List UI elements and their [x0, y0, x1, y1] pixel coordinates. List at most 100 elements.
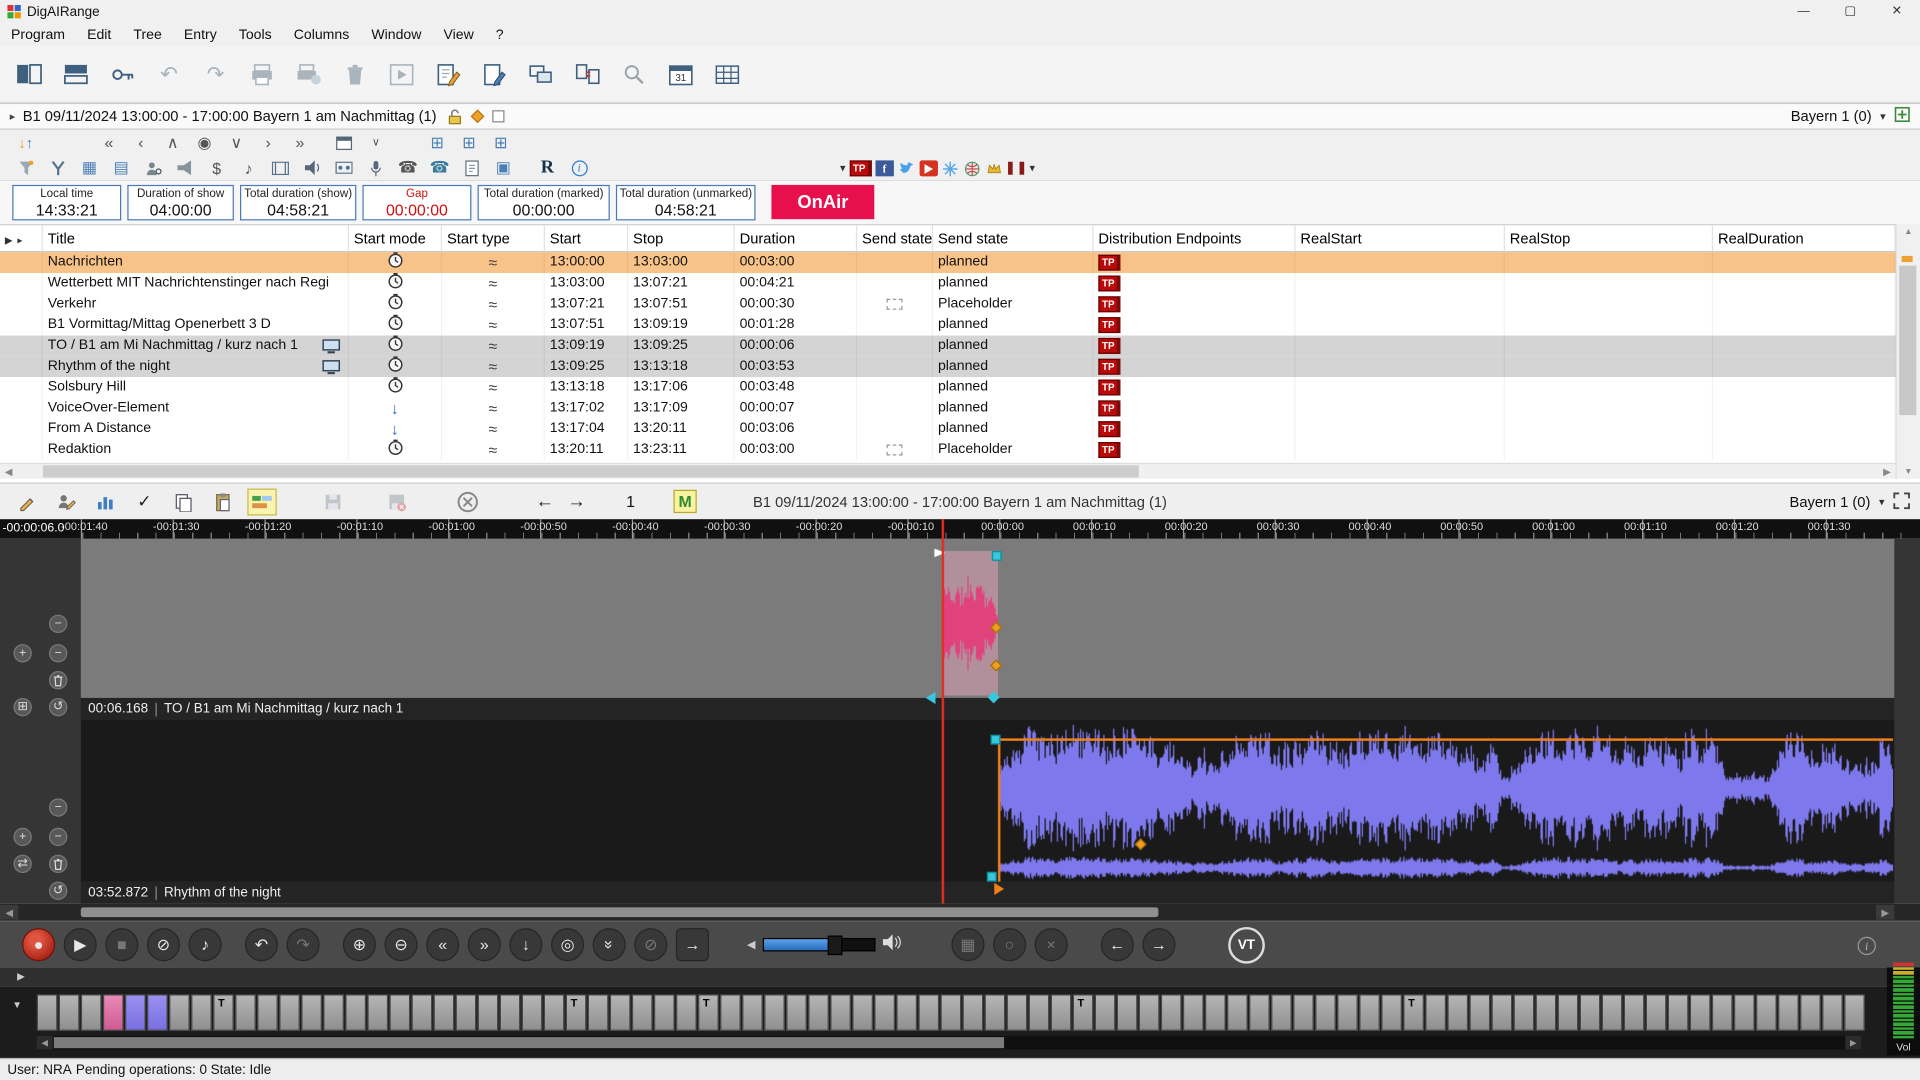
tape-button[interactable] — [328, 157, 360, 179]
overview-block[interactable] — [1315, 994, 1336, 1031]
gain-line[interactable] — [999, 738, 1893, 740]
nav-prev-button[interactable]: ‹ — [125, 132, 157, 154]
locate-playhead-button[interactable]: ↓ — [509, 928, 542, 961]
menu-entry[interactable]: Entry — [173, 25, 228, 45]
dub-button[interactable]: ○ — [993, 928, 1026, 961]
autoscroll-off-button[interactable]: ⊘ — [634, 928, 667, 961]
announce-button[interactable] — [169, 157, 201, 179]
column-header-title[interactable]: Title — [43, 225, 349, 251]
overview-block[interactable] — [786, 994, 807, 1031]
table-view-button[interactable]: ▦ — [73, 157, 105, 179]
insert-after-button[interactable]: ⊞ — [485, 132, 517, 154]
person-search-button[interactable] — [137, 157, 169, 179]
overview-block[interactable] — [81, 994, 102, 1031]
prev-take-button[interactable]: ← — [534, 488, 556, 515]
volume-handle[interactable] — [828, 936, 843, 956]
playlist-row[interactable]: B1 Vormittag/Mittag Openerbett 3 D≈13:07… — [0, 315, 1896, 336]
track-scroll-button[interactable]: ⇄ — [13, 855, 31, 873]
overview-block[interactable] — [962, 994, 983, 1031]
playlist-vscrollbar[interactable]: ▲ ▼ — [1896, 224, 1920, 479]
playlist-row[interactable]: Rhythm of the night≈13:09:2513:13:1800:0… — [0, 356, 1896, 377]
overview-block[interactable] — [1139, 994, 1160, 1031]
undo-button[interactable]: ↶ — [245, 928, 278, 961]
overview-block[interactable] — [279, 994, 300, 1031]
overview-block[interactable] — [1844, 994, 1865, 1031]
overview-block[interactable] — [1558, 994, 1579, 1031]
overview-block[interactable] — [1646, 994, 1667, 1031]
overview-block[interactable] — [500, 994, 521, 1031]
scroll-down-icon[interactable]: ▼ — [1897, 464, 1920, 479]
overview-block[interactable] — [896, 994, 917, 1031]
redo-button[interactable]: ↷ — [287, 928, 320, 961]
nav-next-button[interactable]: › — [252, 132, 284, 154]
menu-view[interactable]: View — [432, 25, 484, 45]
info-icon[interactable]: i — [1858, 937, 1876, 955]
view-split-icon[interactable] — [12, 58, 46, 90]
overview-block[interactable] — [1359, 994, 1380, 1031]
music-button[interactable]: ♪ — [233, 157, 265, 179]
windows-icon[interactable] — [524, 58, 558, 90]
paste-button[interactable] — [208, 488, 237, 515]
overview-block[interactable] — [808, 994, 829, 1031]
overview-block[interactable] — [1668, 994, 1689, 1031]
track-collapse-button[interactable]: − — [49, 798, 67, 816]
hybrid-phone-button[interactable]: ☎ — [424, 157, 456, 179]
endpoints-more-dropdown[interactable]: ▾ — [1030, 162, 1036, 175]
scroll-right-icon[interactable]: ▶ — [1878, 464, 1895, 479]
audio-button[interactable] — [296, 157, 328, 179]
column-header-send-state[interactable]: Send state — [857, 225, 933, 251]
overview-block[interactable] — [1271, 994, 1292, 1031]
overview-block[interactable] — [632, 994, 653, 1031]
video-button[interactable] — [264, 157, 296, 179]
info-circle-button[interactable]: i — [563, 157, 595, 179]
overview-block[interactable] — [874, 994, 895, 1031]
snap-marker[interactable] — [926, 692, 936, 704]
track-zoom-in-button[interactable]: + — [13, 828, 31, 846]
scroll-thumb[interactable] — [81, 907, 1159, 917]
playlist-row[interactable]: Verkehr≈13:07:2113:07:5100:00:30Placehol… — [0, 294, 1896, 315]
volume-up-icon[interactable] — [883, 934, 901, 956]
author-button[interactable] — [51, 488, 80, 515]
priority-diamond-icon[interactable] — [472, 111, 482, 121]
zoom-in-button[interactable]: ⊕ — [343, 928, 376, 961]
overview-block[interactable] — [1249, 994, 1270, 1031]
multitrack-button[interactable] — [247, 488, 276, 515]
overview-block[interactable] — [1161, 994, 1182, 1031]
overview-block[interactable] — [1337, 994, 1358, 1031]
fade-handle[interactable] — [992, 551, 1002, 561]
overview-block[interactable] — [1580, 994, 1601, 1031]
overview-block[interactable] — [1117, 994, 1138, 1031]
overview-block[interactable] — [456, 994, 477, 1031]
overview-block[interactable] — [1051, 994, 1072, 1031]
scroll-right-icon[interactable]: ▶ — [1845, 1036, 1861, 1049]
onair-indicator[interactable]: OnAir — [771, 185, 874, 219]
editor-hscrollbar[interactable]: ◀ ▶ — [0, 904, 1920, 921]
youtube-endpoint-icon[interactable] — [919, 160, 937, 176]
overview-block[interactable]: T — [698, 994, 719, 1031]
overview-block[interactable]: T — [566, 994, 587, 1031]
overview-block[interactable] — [654, 994, 675, 1031]
channel-dropdown-icon[interactable]: ▾ — [1880, 110, 1886, 123]
overview-block[interactable] — [1205, 994, 1226, 1031]
calendar-icon[interactable]: 31 — [664, 58, 698, 90]
nav-last-button[interactable]: » — [284, 132, 316, 154]
overview-block[interactable] — [720, 994, 741, 1031]
overview-block[interactable] — [1756, 994, 1777, 1031]
overview-block[interactable] — [103, 994, 124, 1031]
date-picker-button[interactable] — [328, 132, 360, 154]
overview-block[interactable] — [1491, 994, 1512, 1031]
playlist-hscrollbar[interactable]: ◀ ▶ — [0, 463, 1896, 479]
overview-block[interactable] — [1227, 994, 1248, 1031]
levels-button[interactable] — [91, 488, 120, 515]
transfer-icon[interactable] — [571, 58, 605, 90]
volume-slider[interactable] — [763, 938, 876, 951]
column-header-distribution-endpoints[interactable]: Distribution Endpoints — [1093, 225, 1295, 251]
column-header-realduration[interactable]: RealDuration — [1713, 225, 1895, 251]
playlist-row[interactable]: Solsbury Hill≈13:13:1813:17:0600:03:48pl… — [0, 377, 1896, 398]
overview-block[interactable] — [433, 994, 454, 1031]
overview-block[interactable] — [852, 994, 873, 1031]
column-header-start-type[interactable]: Start type — [442, 225, 545, 251]
overview-block[interactable] — [191, 994, 212, 1031]
overview-collapse-icon[interactable]: ▼ — [12, 999, 22, 1010]
preview-button[interactable]: ▣ — [487, 157, 519, 179]
